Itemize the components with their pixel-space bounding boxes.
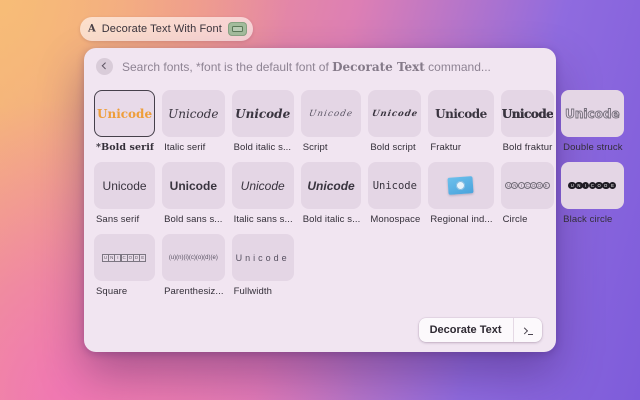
font-preview: Unicode xyxy=(169,178,218,193)
font-preview: Unicode xyxy=(372,179,417,192)
font-card-bold-serif[interactable]: Unicode xyxy=(94,90,156,137)
font-label: Regional ind... xyxy=(430,214,493,225)
search-placeholder-command: Decorate Text xyxy=(332,59,425,74)
search-bar: Search fonts, *font is the default font … xyxy=(84,48,556,81)
font-label: Double struck xyxy=(563,142,623,153)
font-preview: Unicode xyxy=(565,106,620,121)
font-label: Bold italic s... xyxy=(302,214,361,225)
font-preview: Unicode xyxy=(240,178,285,193)
search-placeholder-suffix: command... xyxy=(424,59,491,74)
font-label: Parenthesiz... xyxy=(164,286,224,297)
font-card-parenthesized[interactable]: (u)(n)(i)(c)(o)(d)(e) xyxy=(162,234,225,281)
font-card-regional[interactable] xyxy=(428,162,494,209)
font-card-italic-serif[interactable]: Unicode xyxy=(162,90,225,137)
font-cell: U N I C O D E Square xyxy=(94,234,156,306)
font-card-bold-italic-sans[interactable]: Unicode xyxy=(300,162,362,209)
font-cell: Unicode Bold fraktur xyxy=(500,90,555,162)
back-button[interactable] xyxy=(96,58,113,75)
font-card-circle[interactable]: UNICODE xyxy=(500,162,555,209)
font-cell: Unicode Bold italic s... xyxy=(231,90,294,162)
font-preview: Unicode xyxy=(235,252,290,263)
font-label: Black circle xyxy=(563,214,613,225)
font-cell: U N I C O D E Black circle xyxy=(561,162,624,234)
search-input[interactable]: Search fonts, *font is the default font … xyxy=(122,60,491,74)
font-card-bold-script[interactable]: Unicode xyxy=(368,90,422,137)
font-preview: Unicode xyxy=(235,106,291,121)
font-label: Italic serif xyxy=(164,142,206,153)
search-placeholder-prefix: Search fonts, *font is the default font … xyxy=(122,59,333,74)
font-card-bold-fraktur[interactable]: Unicode xyxy=(500,90,555,137)
font-label: Bold italic s... xyxy=(233,142,292,153)
font-card-fullwidth[interactable]: Unicode xyxy=(231,234,294,281)
font-cell: Unicode Sans serif xyxy=(94,162,156,234)
font-cell: Unicode Double struck xyxy=(561,90,624,162)
command-pill[interactable]: A Decorate Text With Font xyxy=(80,17,253,41)
font-cell: Unicode Bold script xyxy=(368,90,422,162)
un-flag-icon xyxy=(447,176,475,195)
font-cell: Unicode Bold sans s... xyxy=(162,162,225,234)
font-card-bold-italic-serif[interactable]: Unicode xyxy=(231,90,294,137)
font-preview: Unicode xyxy=(435,106,487,121)
font-cell: U N I C O D E Circle xyxy=(500,162,555,234)
decorate-text-icon: A xyxy=(88,23,96,34)
hotkey-badge-icon xyxy=(227,22,247,36)
font-preview: Unicode xyxy=(308,108,354,119)
font-cell: Unicode Italic serif xyxy=(162,90,225,162)
font-label: Script xyxy=(302,142,328,153)
font-label: Italic sans s... xyxy=(233,214,293,225)
decorate-text-button-label: Decorate Text xyxy=(429,324,502,336)
font-preview: UNICODE xyxy=(568,181,617,190)
font-label: *Bold serif xyxy=(96,142,155,153)
font-card-script[interactable]: Unicode xyxy=(300,90,362,137)
font-cell: Regional ind... xyxy=(428,162,494,234)
font-picker-panel: Search fonts, *font is the default font … xyxy=(84,48,624,352)
font-preview: Unicode xyxy=(501,106,554,121)
font-label: Fullwidth xyxy=(233,286,272,297)
font-preview: Unicode xyxy=(307,178,355,193)
command-pill-label: Decorate Text With Font xyxy=(101,23,222,35)
font-cell: Unicode Fraktur xyxy=(428,90,494,162)
font-grid: Unicode *Bold serif Unicode Italic serif Uni… xyxy=(84,81,624,306)
font-card-bold-sans[interactable]: Unicode xyxy=(162,162,225,209)
font-cell: Unicode Italic sans s... xyxy=(231,162,294,234)
font-label: Fraktur xyxy=(430,142,462,153)
font-cell: (u)(n)(i)(c)(o)(d)(e) Parenthesiz... xyxy=(162,234,225,306)
font-label: Bold sans s... xyxy=(164,214,223,225)
shortcut-key-icon xyxy=(512,318,543,342)
font-card-square[interactable]: UNICODE xyxy=(94,234,156,281)
font-card-double-struck[interactable]: Unicode xyxy=(561,90,624,137)
font-label: Square xyxy=(96,286,128,297)
font-card-sans[interactable]: Unicode xyxy=(94,162,156,209)
font-cell: Unicode Bold italic s... xyxy=(300,162,362,234)
font-card-fraktur[interactable]: Unicode xyxy=(428,90,494,137)
font-preview: UNICODE xyxy=(102,253,147,262)
font-cell: Unicode Script xyxy=(300,90,362,162)
chevron-left-icon xyxy=(101,62,109,70)
font-label: Bold fraktur xyxy=(502,142,553,153)
font-cell: Unicode Fullwidth xyxy=(231,234,294,306)
font-preview: Unicode xyxy=(97,106,153,121)
decorate-text-button[interactable]: Decorate Text xyxy=(418,318,543,342)
font-cell: Unicode Monospace xyxy=(368,162,422,234)
font-card-monospace[interactable]: Unicode xyxy=(368,162,422,209)
font-preview: (u)(n)(i)(c)(o)(d)(e) xyxy=(168,254,218,261)
font-label: Monospace xyxy=(370,214,421,225)
font-preview: Unicode xyxy=(370,108,419,119)
font-label: Bold script xyxy=(370,142,416,153)
font-label: Circle xyxy=(502,214,528,225)
font-preview: UNICODE xyxy=(505,182,550,189)
font-card-italic-sans[interactable]: Unicode xyxy=(231,162,294,209)
font-preview: Unicode xyxy=(168,106,219,121)
font-cell: Unicode *Bold serif xyxy=(94,90,156,162)
font-preview: Unicode xyxy=(102,178,147,193)
font-card-black-circle[interactable]: UNICODE xyxy=(561,162,624,209)
font-label: Sans serif xyxy=(96,214,140,225)
